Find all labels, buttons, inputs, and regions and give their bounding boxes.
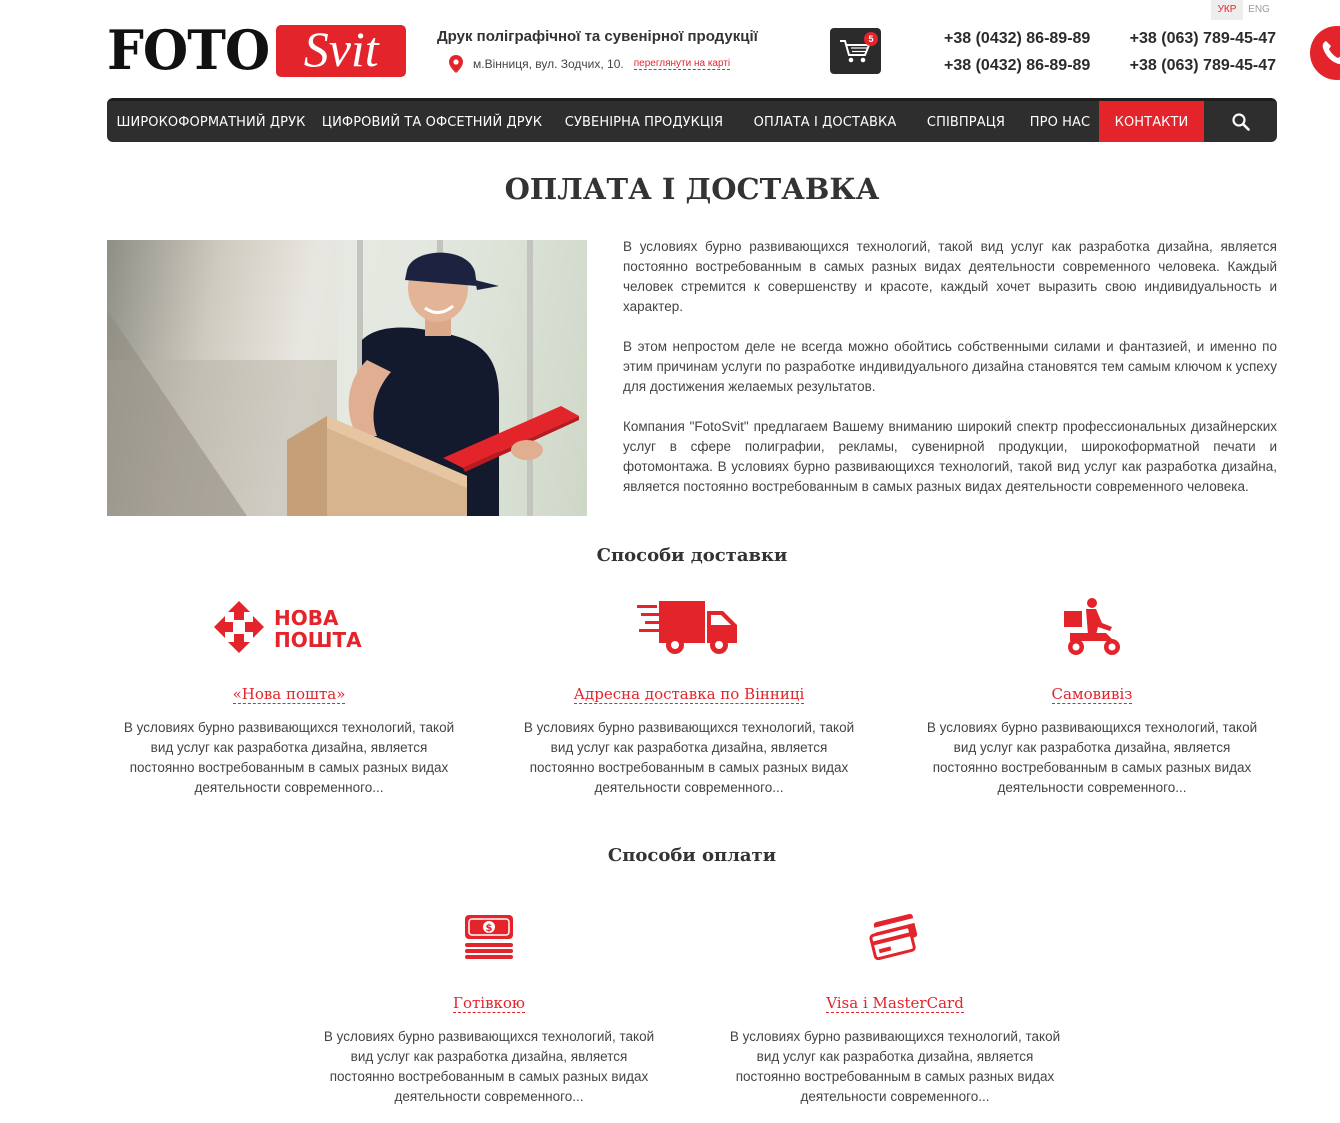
nav-item-about[interactable]: ПРО НАС [1021,101,1099,142]
card-payment-link[interactable]: Visa і MasterCard [826,994,964,1013]
page-title: ОПЛАТА І ДОСТАВКА [504,172,880,206]
nav-item-souvenir-products[interactable]: СУВЕНІРНА ПРОДУКЦІЯ [549,101,739,142]
payment-card-cash: $ Готівкою В условиях бурно развивающихс… [307,896,671,1107]
pickup-link[interactable]: Самовивіз [1051,685,1133,704]
site-logo[interactable]: FOTO Svit [107,18,407,83]
nav-item-digital-offset-print[interactable]: ЦИФРОВИЙ ТА ОФСЕТНИЙ ДРУК [315,101,549,142]
phone-number[interactable]: +38 (063) 789-45-47 [1128,56,1276,75]
phone-number[interactable]: +38 (063) 789-45-47 [1128,29,1276,48]
svg-text:$: $ [486,923,493,934]
search-icon [1231,112,1250,131]
cash-money-icon: $ [465,915,513,959]
view-map-link[interactable]: переглянути на карті [633,58,731,70]
location-pin-icon [449,55,463,73]
cart-button[interactable]: 5 [830,28,881,74]
cart-count-badge: 5 [864,32,878,46]
nova-logo-line2: ПОШТА [274,628,362,652]
phone-icon [1322,41,1340,65]
nav-item-contacts[interactable]: КОНТАКТИ [1099,101,1204,142]
delivery-card-address: Адресна доставка по Вінниці В условиях б… [507,587,871,798]
credit-cards-icon [869,913,918,960]
main-navigation: ШИРОКОФОРМАТНИЙ ДРУК ЦИФРОВИЙ ТА ОФСЕТНИ… [107,98,1277,142]
delivery-card-pickup: Самовивіз В условиях бурно развивающихся… [910,587,1274,798]
delivery-card-nova-poshta: НОВА ПОШТА «Нова пошта» В условиях бурно… [107,587,471,798]
scooter-courier-icon [1064,598,1120,655]
intro-paragraph: В этом непростом деле не всегда можно об… [623,339,1277,394]
card-payment-description: В условиях бурно развивающихся технологи… [729,1029,1061,1104]
cash-payment-description: В условиях бурно развивающихся технологи… [323,1029,655,1104]
address-delivery-link[interactable]: Адресна доставка по Вінниці [573,685,805,704]
search-button[interactable] [1204,101,1277,142]
nova-poshta-logo-icon: НОВА ПОШТА [214,601,362,653]
courier-illustration [107,240,587,516]
delivery-courier-photo [107,240,587,516]
nova-poshta-link[interactable]: «Нова пошта» [232,685,346,704]
lang-eng[interactable]: ENG [1243,0,1275,20]
lang-ukr[interactable]: УКР [1211,0,1243,20]
intro-text: В условиях бурно развивающихся технологи… [623,237,1277,517]
nova-poshta-description: В условиях бурно развивающихся технологи… [123,720,455,795]
payment-section-title: Способи оплати [607,845,777,866]
nav-item-cooperation[interactable]: СПІВПРАЦЯ [911,101,1021,142]
phone-number[interactable]: +38 (0432) 86-89-89 [944,29,1128,48]
address-delivery-description: В условиях бурно развивающихся технологи… [523,720,855,795]
pickup-description: В условиях бурно развивающихся технологи… [926,720,1258,795]
cash-payment-link[interactable]: Готівкою [453,994,525,1013]
phone-list: +38 (0432) 86-89-89 +38 (063) 789-45-47 … [944,29,1276,75]
nav-item-payment-delivery[interactable]: ОПЛАТА І ДОСТАВКА [739,101,911,142]
phone-number[interactable]: +38 (0432) 86-89-89 [944,56,1128,75]
logo-foto-text: FOTO [107,18,270,83]
nova-logo-line1: НОВА [274,606,339,630]
address-text: м.Вінниця, вул. Зодчих, 10. [473,57,624,71]
site-tagline: Друк поліграфічної та сувенірної продукц… [437,28,758,45]
intro-paragraph: В условиях бурно развивающихся технологи… [623,239,1277,314]
language-switch: УКР ENG [1211,0,1275,20]
payment-card-visa-mastercard: Visa і MasterCard В условиях бурно разви… [713,896,1077,1107]
address-block: м.Вінниця, вул. Зодчих, 10. переглянути … [449,55,731,73]
delivery-truck-icon [637,601,737,654]
intro-paragraph: Компания "FotoSvit" предлагаем Вашему вн… [623,419,1277,494]
delivery-section-title: Способи доставки [596,545,788,566]
nav-item-wide-format-print[interactable]: ШИРОКОФОРМАТНИЙ ДРУК [107,101,315,142]
callback-widget-button[interactable] [1310,26,1340,80]
logo-svit-text: Svit [276,24,407,77]
